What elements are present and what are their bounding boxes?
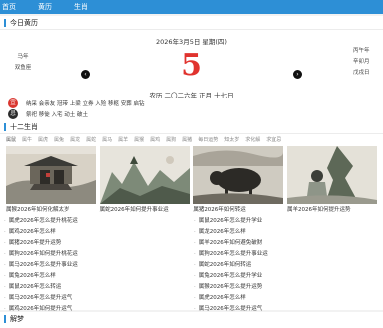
article-link[interactable]: 属兔2026年怎么样 [4, 271, 184, 282]
ganzhi-year: 丙午年 [353, 48, 370, 54]
top-nav: 首页 黄历 生肖 [0, 0, 383, 14]
article-link[interactable]: 属狗2026年如何提升桃花运 [4, 249, 184, 260]
zodiac-cards: 属猴2026年如何化解太岁 属蛇2026年如何提升事业运 属猪2026年如何转运… [6, 146, 377, 214]
card-image-temple[interactable] [6, 146, 96, 204]
links-column-right: 属鼠2026年怎么提升学业 属龙2026年怎么样 属羊2026年如何避免破财 属… [194, 216, 374, 315]
nav-zodiac[interactable]: 生肖 [64, 2, 100, 12]
zodiac-card[interactable]: 属羊2026年如何提升运势 [286, 146, 377, 214]
article-link[interactable]: 属虎2026年怎么样 [194, 293, 374, 304]
tab-rat[interactable]: 属鼠 [6, 136, 16, 143]
tab-taisui[interactable]: 知太岁 [224, 136, 239, 143]
card-caption[interactable]: 属蛇2026年如何提升事业运 [100, 206, 190, 214]
zodiac-card[interactable]: 属猴2026年如何化解太岁 [6, 146, 96, 214]
article-link[interactable]: 属虎2026年怎么提升桃花运 [4, 216, 184, 227]
article-link[interactable]: 属狗2026年怎么提升事业运 [194, 249, 374, 260]
article-link[interactable]: 属龙2026年怎么样 [194, 227, 374, 238]
article-link[interactable]: 属兔2026年怎么提升学业 [194, 271, 374, 282]
dream-section: 解梦 [0, 312, 383, 328]
card-image-pig[interactable] [193, 146, 284, 204]
accent-bar [4, 122, 6, 131]
tab-tiger[interactable]: 属虎 [38, 136, 48, 143]
yi-badge: 宜 [8, 98, 18, 108]
card-caption[interactable]: 属猪2026年如何转运 [193, 206, 283, 214]
article-link[interactable]: 属马2026年怎么提升事业运 [4, 260, 184, 271]
section-header: 今日黄历 [0, 16, 383, 30]
yi-row: 宜 纳采 会亲友 冠带 上梁 立券 入殓 移柩 安葬 启钻 [8, 98, 145, 108]
article-link[interactable]: 属蛇2026年如何转运 [194, 260, 374, 271]
tab-rooster[interactable]: 属鸡 [150, 136, 160, 143]
tab-dog[interactable]: 属狗 [166, 136, 176, 143]
ganzhi-month: 辛卯月 [353, 59, 370, 65]
ji-badge: 忌 [8, 109, 18, 119]
zodiac-card[interactable]: 属蛇2026年如何提升事业运 [99, 146, 190, 214]
accent-bar [4, 315, 6, 323]
tab-horse[interactable]: 属马 [102, 136, 112, 143]
card-caption[interactable]: 属猴2026年如何化解太岁 [6, 206, 96, 214]
card-caption[interactable]: 属羊2026年如何提升运势 [287, 206, 377, 214]
tab-monkey[interactable]: 属猴 [134, 136, 144, 143]
nav-almanac[interactable]: 黄历 [28, 2, 64, 12]
card-image-mountains[interactable] [99, 146, 190, 204]
day-number: 5 [181, 48, 202, 83]
links-column-left: 属虎2026年怎么提升桃花运 属鸡2026年怎么样 属猪2026年提升运势 属狗… [4, 216, 184, 315]
tab-pig[interactable]: 属猪 [182, 136, 192, 143]
next-day-button[interactable]: › [293, 70, 302, 79]
tab-resolve[interactable]: 求化解 [245, 136, 260, 143]
section-title: 十二生肖 [10, 122, 38, 131]
ganzhi-info: 丙午年 辛卯月 戊戌日 [353, 46, 383, 79]
article-link[interactable]: 属鼠2026年怎么提升学业 [194, 216, 374, 227]
zodiac-tabs: 属鼠 属牛 属虎 属兔 属龙 属蛇 属马 属羊 属猴 属鸡 属狗 属猪 每日运势… [6, 136, 377, 143]
chevron-right-icon: › [296, 71, 299, 78]
ji-row: 忌 祭祀 移徙 入宅 动土 破土 [8, 109, 88, 119]
yi-text: 纳采 会亲友 冠带 上梁 立券 入殓 移柩 安葬 启钻 [26, 101, 145, 107]
tab-yiji[interactable]: 求宜忌 [266, 136, 281, 143]
section-title: 解梦 [10, 315, 24, 323]
card-image-sage[interactable] [286, 146, 377, 204]
article-link[interactable]: 属猪2026年提升运势 [4, 238, 184, 249]
tab-goat[interactable]: 属羊 [118, 136, 128, 143]
article-link[interactable]: 属猴2026年怎么提升运势 [194, 282, 374, 293]
tab-dragon[interactable]: 属龙 [70, 136, 80, 143]
zodiac-section: 十二生肖 属鼠 属牛 属虎 属兔 属龙 属蛇 属马 属羊 属猴 属鸡 属狗 属猪… [0, 120, 383, 312]
date-line: 2026年3月5日 星期(四) [156, 38, 227, 46]
nav-home[interactable]: 首页 [0, 2, 28, 12]
section-title: 今日黄历 [10, 18, 38, 27]
article-link[interactable]: 属鸡2026年怎么样 [4, 227, 184, 238]
article-link[interactable]: 属鼠2026年怎么转运 [4, 282, 184, 293]
ji-text: 祭祀 移徙 入宅 动土 破土 [26, 112, 88, 118]
section-header: 解梦 [0, 312, 383, 326]
zodiac-card[interactable]: 属猪2026年如何转运 [193, 146, 284, 214]
ganzhi-day: 戊戌日 [353, 70, 370, 76]
tab-snake[interactable]: 属蛇 [86, 136, 96, 143]
tab-ox[interactable]: 属牛 [22, 136, 32, 143]
article-link[interactable]: 属马2026年怎么提升运气 [4, 293, 184, 304]
tab-daily-fortune[interactable]: 每日运势 [198, 136, 218, 143]
accent-bar [4, 18, 6, 27]
article-link[interactable]: 属羊2026年如何避免破财 [194, 238, 374, 249]
section-header: 十二生肖 [0, 120, 383, 134]
yiji-panel: 宜 纳采 会亲友 冠带 上梁 立券 入殓 移柩 安葬 启钻 忌 祭祀 移徙 入宅… [0, 98, 383, 120]
tab-rabbit[interactable]: 属兔 [54, 136, 64, 143]
